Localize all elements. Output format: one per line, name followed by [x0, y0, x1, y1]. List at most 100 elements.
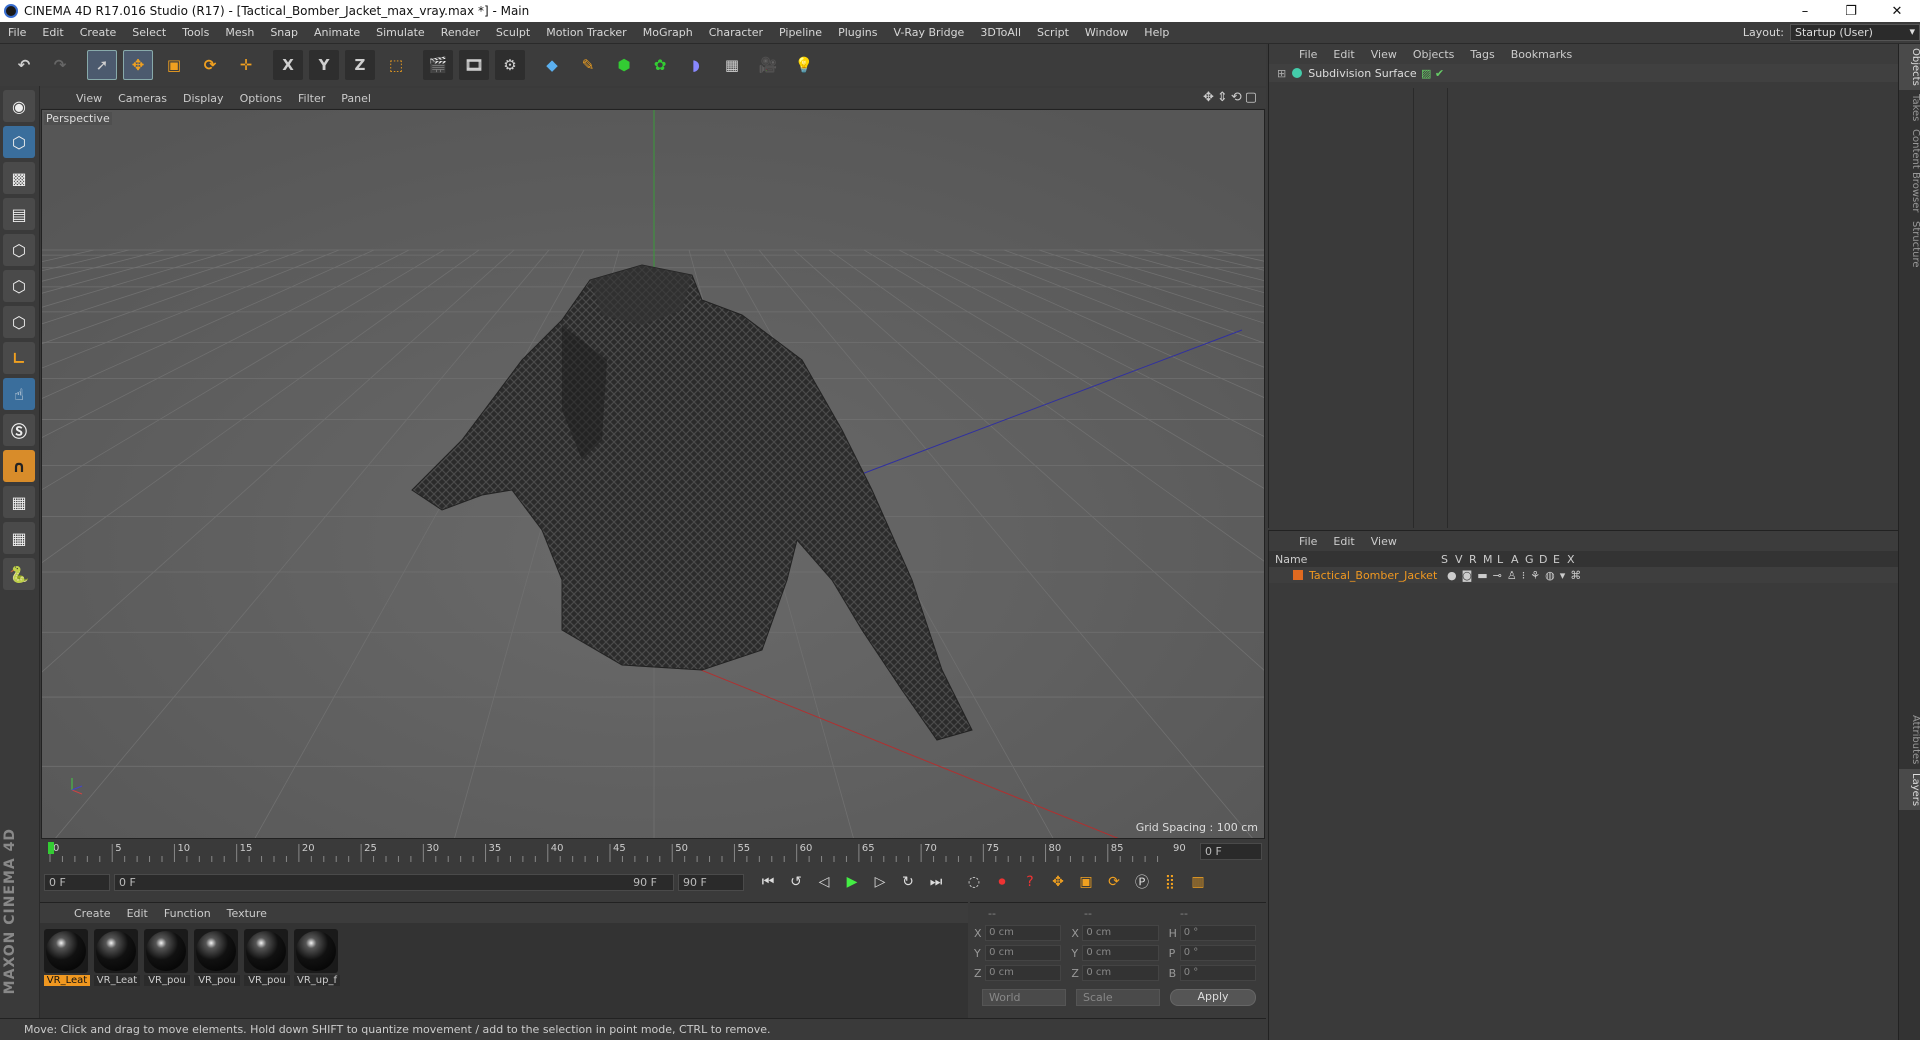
coordinate-space-dropdown[interactable]: World [982, 988, 1066, 1006]
position-field[interactable]: 0 cm [985, 965, 1062, 981]
z-axis-lock-button[interactable]: Z [345, 50, 375, 80]
floor-scene-icon[interactable]: ▦ [717, 50, 747, 80]
size-mode-dropdown[interactable]: Scale [1076, 988, 1160, 1006]
key-scale-icon[interactable]: ▣ [1074, 870, 1098, 894]
layout-dropdown[interactable]: Startup (User) [1790, 24, 1920, 41]
close-button[interactable]: ✕ [1874, 4, 1920, 19]
enable-check-icon[interactable]: ▨ ✔ [1421, 67, 1444, 80]
side-tab-structure[interactable]: Structure [1899, 217, 1920, 272]
object-row-subdivision-surface[interactable]: ⊞ Subdivision Surface ▨ ✔ [1269, 64, 1898, 82]
menu-tools[interactable]: Tools [174, 26, 217, 39]
side-tab-layers[interactable]: Layers [1899, 768, 1920, 810]
material-swatch[interactable]: VR_up_f [294, 929, 340, 986]
material-swatch[interactable]: VR_pou [244, 929, 290, 986]
side-tab-takes[interactable]: Takes [1899, 90, 1920, 125]
menu-window[interactable]: Window [1077, 26, 1136, 39]
menu-animate[interactable]: Animate [306, 26, 368, 39]
menu-v-ray-bridge[interactable]: V-Ray Bridge [885, 26, 972, 39]
deformer-icon[interactable]: ◗ [681, 50, 711, 80]
y-axis-lock-button[interactable]: Y [309, 50, 339, 80]
key-rotation-icon[interactable]: ⟳ [1102, 870, 1126, 894]
layers-menu-edit[interactable]: Edit [1325, 535, 1362, 548]
autokey-icon[interactable]: ? [1018, 870, 1042, 894]
frame-range-slider[interactable]: 0 F 90 F [114, 873, 674, 891]
objects-menu-file[interactable]: File [1291, 48, 1325, 61]
cube-primitive-icon[interactable]: ◆ [537, 50, 567, 80]
material-swatch[interactable]: VR_pou [144, 929, 190, 986]
menu-sculpt[interactable]: Sculpt [488, 26, 538, 39]
undo-icon[interactable]: ↶ [9, 50, 39, 80]
viewport-menu-filter[interactable]: Filter [290, 92, 333, 105]
menu-3dtoall[interactable]: 3DToAll [972, 26, 1029, 39]
apply-button[interactable]: Apply [1170, 988, 1256, 1006]
redo-icon[interactable]: ↷ [45, 50, 75, 80]
render-settings-icon[interactable]: ⚙ [495, 50, 525, 80]
key-parameter-icon[interactable]: Ⓟ [1130, 870, 1154, 894]
material-swatch[interactable]: VR_pou [194, 929, 240, 986]
layer-row[interactable]: Tactical_Bomber_Jacket ●◙▬⊸♙⁝⚘◍▾⌘ [1269, 567, 1898, 583]
viewport-menu-view[interactable]: View [68, 92, 110, 105]
grid-lock-icon[interactable]: ▦ [3, 486, 35, 518]
side-tab-content-browser[interactable]: Content Browser [1899, 125, 1920, 216]
model-mode-icon[interactable]: ⬡ [3, 126, 35, 158]
menu-mograph[interactable]: MoGraph [635, 26, 701, 39]
rotation-field[interactable]: 0 ° [1179, 945, 1256, 961]
objects-menu-bookmarks[interactable]: Bookmarks [1503, 48, 1580, 61]
material-menu-texture[interactable]: Texture [219, 907, 275, 920]
end-frame-field[interactable]: 90 F [678, 873, 744, 891]
side-tab-objects[interactable]: Objects [1899, 44, 1920, 90]
make-editable-icon[interactable]: ◉ [3, 90, 35, 122]
menu-script[interactable]: Script [1029, 26, 1077, 39]
material-menu-create[interactable]: Create [66, 907, 119, 920]
cloner-icon[interactable]: ✿ [645, 50, 675, 80]
workplane-icon[interactable]: ▤ [3, 198, 35, 230]
menu-pipeline[interactable]: Pipeline [771, 26, 830, 39]
menu-mesh[interactable]: Mesh [217, 26, 262, 39]
viewport-menu-options[interactable]: Options [232, 92, 290, 105]
size-field[interactable]: 0 cm [1082, 925, 1159, 941]
key-pla-icon[interactable]: ⣿ [1158, 870, 1182, 894]
menu-snap[interactable]: Snap [262, 26, 306, 39]
viewport-menu-panel[interactable]: Panel [333, 92, 379, 105]
menu-select[interactable]: Select [124, 26, 174, 39]
start-frame-field[interactable]: 0 F [44, 873, 110, 891]
render-picture-viewer-icon[interactable]: 🎞 [459, 50, 489, 80]
menu-plugins[interactable]: Plugins [830, 26, 885, 39]
menu-create[interactable]: Create [72, 26, 125, 39]
layers-menu-file[interactable]: File [1291, 535, 1325, 548]
position-field[interactable]: 0 cm [985, 945, 1062, 961]
texture-mode-icon[interactable]: ▩ [3, 162, 35, 194]
tweak-mode-icon[interactable]: ☝ [3, 378, 35, 410]
size-field[interactable]: 0 cm [1082, 945, 1159, 961]
current-frame-field[interactable]: 0 F [1200, 843, 1262, 860]
timeline-playhead[interactable] [48, 842, 54, 854]
objects-menu-objects[interactable]: Objects [1405, 48, 1463, 61]
light-icon[interactable]: 💡 [789, 50, 819, 80]
minimize-button[interactable]: – [1782, 4, 1828, 19]
size-field[interactable]: 0 cm [1082, 965, 1159, 981]
viewport-menu-cameras[interactable]: Cameras [110, 92, 175, 105]
render-view-icon[interactable]: 🎬 [423, 50, 453, 80]
key-position-icon[interactable]: ✥ [1046, 870, 1070, 894]
polygons-mode-icon[interactable]: ⬡ [3, 306, 35, 338]
side-tab-attributes[interactable]: Attributes [1899, 711, 1920, 768]
material-menu-edit[interactable]: Edit [119, 907, 156, 920]
scale-tool-icon[interactable]: ▣ [159, 50, 189, 80]
rotate-tool-icon[interactable]: ⟳ [195, 50, 225, 80]
rotation-field[interactable]: 0 ° [1179, 965, 1256, 981]
points-mode-icon[interactable]: ⬡ [3, 234, 35, 266]
material-swatch[interactable]: VR_Leat [94, 929, 140, 986]
x-axis-lock-button[interactable]: X [273, 50, 303, 80]
python-icon[interactable]: 🐍 [3, 558, 35, 590]
next-frame-icon[interactable]: ▷ [868, 870, 892, 894]
material-menu-function[interactable]: Function [156, 907, 219, 920]
play-icon[interactable]: ▶ [840, 870, 864, 894]
live-selection-icon[interactable]: ✛ [231, 50, 261, 80]
keyframe-selection-icon[interactable]: ◌ [962, 870, 986, 894]
snap-icon[interactable]: ∩ [3, 450, 35, 482]
camera-icon[interactable]: 🎥 [753, 50, 783, 80]
menu-file[interactable]: File [0, 26, 34, 39]
next-key-icon[interactable]: ↻ [896, 870, 920, 894]
menu-edit[interactable]: Edit [34, 26, 71, 39]
viewport-navigation-icons[interactable]: ✥⇕⟲▢ [1203, 90, 1260, 105]
